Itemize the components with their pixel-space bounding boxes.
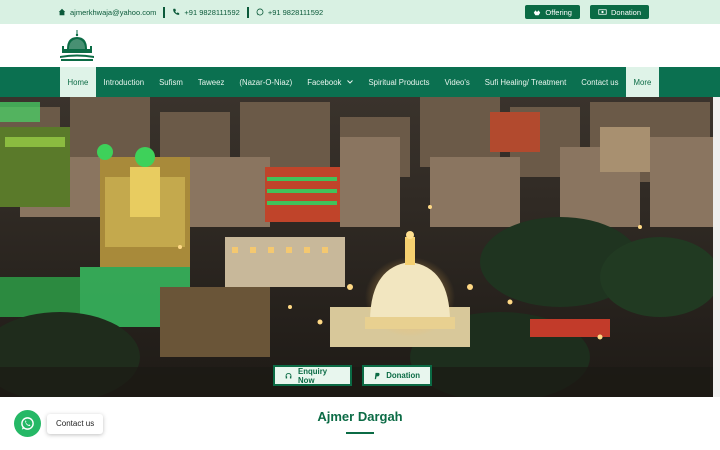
email-text[interactable]: ajmerkhwaja@yahoo.com bbox=[70, 8, 156, 17]
nav-item-sufism[interactable]: Sufism bbox=[152, 67, 191, 97]
nav-item-contact[interactable]: Contact us bbox=[574, 67, 626, 97]
contact-chat-widget[interactable]: Contact us bbox=[14, 410, 104, 437]
nav-item-facebook[interactable]: Facebook bbox=[300, 67, 361, 97]
enquiry-now-button[interactable]: Enquiry Now bbox=[273, 365, 352, 386]
nav-item-introduction[interactable]: Introduction bbox=[96, 67, 152, 97]
dargah-logo[interactable] bbox=[59, 29, 95, 63]
whatsapp-icon bbox=[256, 8, 264, 16]
headset-icon bbox=[285, 372, 292, 378]
city-dargah-image bbox=[0, 97, 713, 397]
whatsapp-text[interactable]: +91 9828111592 bbox=[268, 8, 323, 17]
whatsapp-icon bbox=[21, 417, 34, 430]
donation-paypal-button[interactable]: Donation bbox=[362, 365, 432, 386]
money-icon bbox=[598, 9, 607, 15]
title-underline bbox=[346, 432, 374, 434]
section-title: Ajmer Dargah bbox=[317, 409, 403, 424]
hands-icon bbox=[534, 10, 541, 16]
nav-item-facebook-label: Facebook bbox=[307, 77, 342, 87]
whatsapp-chat-button[interactable] bbox=[14, 410, 41, 437]
site-header bbox=[0, 24, 720, 67]
divider bbox=[246, 6, 249, 18]
email-item[interactable]: ajmerkhwaja@yahoo.com bbox=[58, 8, 156, 17]
phone-icon bbox=[173, 8, 180, 15]
contact-us-label[interactable]: Contact us bbox=[47, 413, 104, 434]
donation-label: Donation bbox=[610, 7, 641, 17]
nav-item-home[interactable]: Home bbox=[60, 67, 96, 97]
nav-item-spiritual-products[interactable]: Spiritual Products bbox=[361, 67, 437, 97]
contact-info: ajmerkhwaja@yahoo.com +91 9828111592 +91… bbox=[58, 0, 323, 24]
nav-item-nazar-o-niaz[interactable]: (Nazar-O-Niaz) bbox=[232, 67, 300, 97]
offering-button[interactable]: Offering bbox=[525, 5, 580, 19]
nav-item-sufi-healing[interactable]: Sufi Healing/ Treatment bbox=[477, 67, 573, 97]
enquiry-now-label: Enquiry Now bbox=[298, 366, 328, 385]
top-info-bar: ajmerkhwaja@yahoo.com +91 9828111592 +91… bbox=[0, 0, 720, 24]
home-icon bbox=[58, 8, 66, 16]
main-nav: Home Introduction Sufism Taweez (Nazar-O… bbox=[0, 67, 720, 97]
whatsapp-item[interactable]: +91 9828111592 bbox=[256, 8, 323, 17]
chevron-down-icon bbox=[347, 80, 354, 84]
page-scrollbar[interactable] bbox=[713, 97, 720, 397]
nav-item-videos[interactable]: Video's bbox=[437, 67, 477, 97]
donation-button[interactable]: Donation bbox=[589, 5, 649, 19]
offering-label: Offering bbox=[545, 7, 572, 17]
nav-item-more[interactable]: More bbox=[626, 67, 659, 97]
nav-item-taweez[interactable]: Taweez bbox=[190, 67, 231, 97]
divider bbox=[163, 6, 166, 18]
donation-hero-label: Donation bbox=[386, 371, 420, 380]
paypal-icon bbox=[374, 372, 380, 379]
phone-text[interactable]: +91 9828111592 bbox=[184, 8, 239, 17]
hero-banner: Enquiry Now Donation bbox=[0, 97, 713, 397]
phone-item[interactable]: +91 9828111592 bbox=[172, 8, 240, 17]
